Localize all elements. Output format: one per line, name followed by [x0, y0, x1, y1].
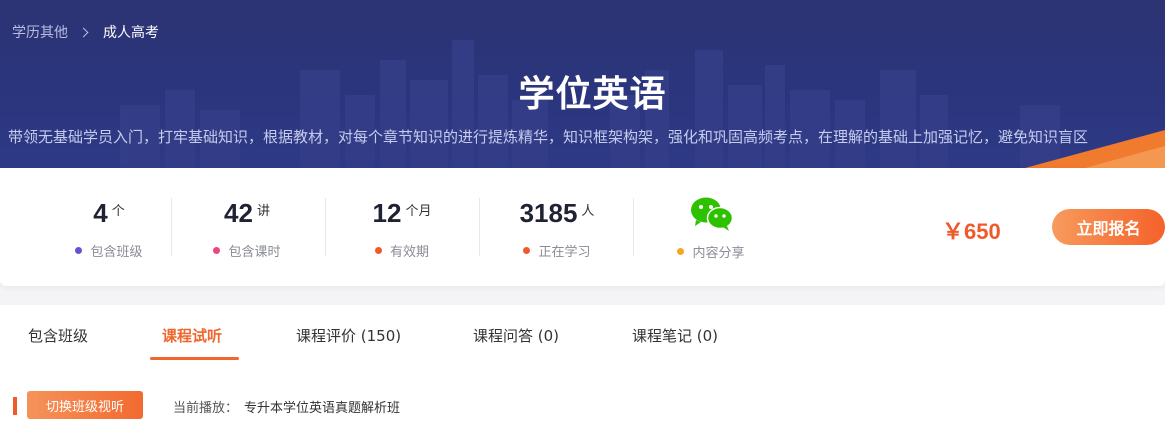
now-playing-label: 当前播放：: [173, 401, 239, 416]
tab-qa[interactable]: 课程问答 (0): [473, 325, 559, 346]
stat-unit: 讲: [256, 204, 270, 219]
course-banner: 学历其他 成人高考 学位英语 带领无基础学员入门，打牢基础知识，根据教材，对每个…: [0, 0, 1165, 168]
pink-dot-icon: [213, 247, 221, 254]
purple-dot-icon: [75, 247, 83, 254]
stat-classes: 4个 包含班级: [34, 198, 184, 260]
stat-unit: 个: [111, 204, 125, 219]
section-marker: [13, 397, 17, 415]
course-tabs-section: 包含班级 课程试听 课程评价 (150) 课程问答 (0) 课程笔记 (0) 切…: [0, 305, 1165, 424]
stat-label: 正在学习: [538, 245, 591, 260]
breadcrumb-current: 成人高考: [103, 25, 159, 41]
stat-unit: 个月: [405, 204, 432, 219]
course-description: 带领无基础学员入门，打牢基础知识，根据教材，对每个章节知识的进行提炼精华，知识框…: [8, 128, 1089, 146]
stat-divider: [325, 198, 326, 256]
stat-label: 包含班级: [90, 245, 143, 260]
tab-reviews[interactable]: 课程评价 (150): [296, 325, 401, 346]
stat-value: 4: [93, 198, 108, 228]
stat-value: 3185: [519, 198, 578, 228]
stat-value: 42: [224, 198, 253, 228]
stat-validity: 12 个月 有效期: [327, 198, 477, 260]
stat-lessons: 42 讲 包含课时: [172, 198, 322, 260]
tab-trial[interactable]: 课程试听: [162, 325, 222, 346]
yellow-dot-icon: [677, 248, 685, 255]
page-title: 学位英语: [518, 74, 667, 115]
switch-class-button[interactable]: 切换班级视听: [27, 391, 143, 419]
chevron-right-icon: [78, 27, 89, 37]
banner-accent-shape-light: [1085, 146, 1165, 168]
active-tab-indicator: [150, 357, 239, 360]
stat-divider: [633, 198, 634, 256]
stat-value: 12: [372, 198, 402, 228]
breadcrumb: 学历其他 成人高考: [12, 22, 159, 42]
stat-divider: [479, 198, 480, 256]
stat-learners: 3185 人 正在学习: [482, 198, 632, 260]
now-playing-value: 专升本学位英语真题解析班: [244, 401, 401, 416]
stat-label: 有效期: [389, 245, 429, 260]
signup-button[interactable]: 立即报名: [1052, 209, 1165, 245]
stat-share[interactable]: 内容分享: [636, 242, 786, 261]
stat-label: 包含课时: [228, 245, 281, 260]
stat-unit: 人: [581, 204, 595, 219]
breadcrumb-parent-link[interactable]: 学历其他: [12, 22, 68, 42]
course-price: ￥650: [942, 219, 1001, 244]
orange-dot-icon: [374, 247, 382, 254]
tab-classes[interactable]: 包含班级: [28, 325, 88, 346]
orange-dot-icon: [523, 247, 531, 254]
tab-notes[interactable]: 课程笔记 (0): [632, 325, 718, 346]
wechat-icon[interactable]: [690, 196, 734, 236]
now-playing: 当前播放： 专升本学位英语真题解析班: [173, 397, 400, 416]
share-label: 内容分享: [692, 246, 745, 261]
